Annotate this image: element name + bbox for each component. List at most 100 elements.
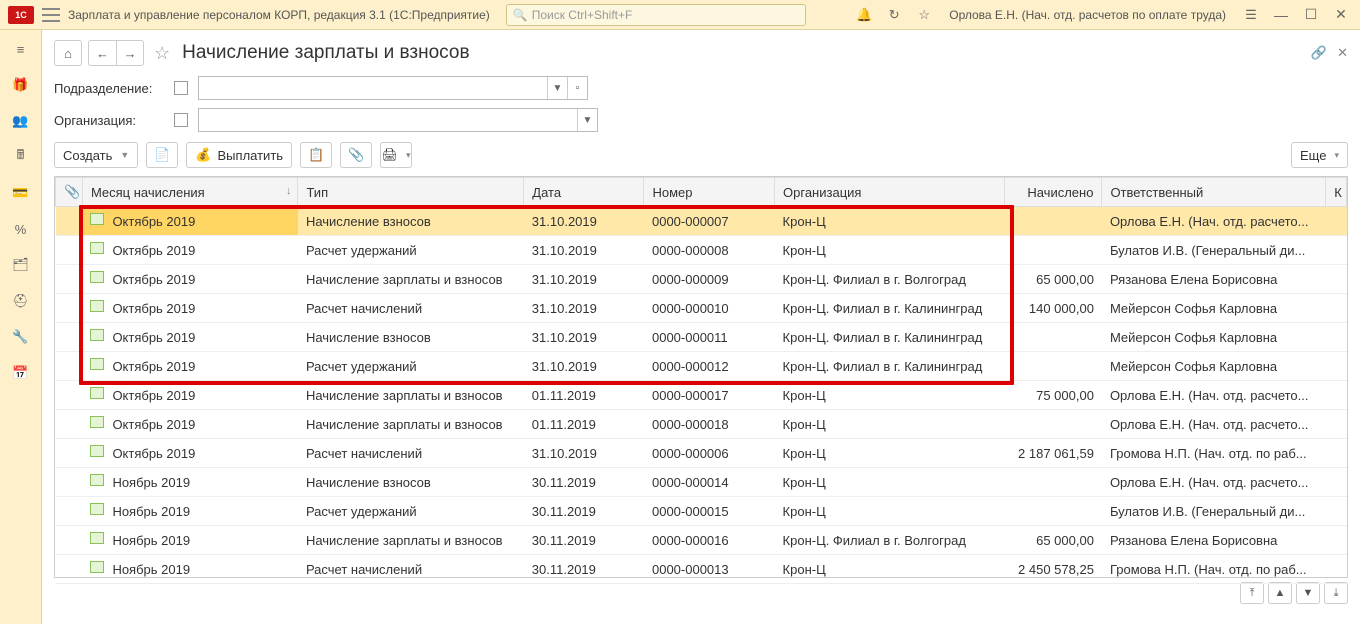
print-button[interactable]: 🖨▾ bbox=[380, 142, 412, 168]
cell-last bbox=[1326, 265, 1347, 294]
user-name[interactable]: Орлова Е.Н. (Нач. отд. расчетов по оплат… bbox=[949, 8, 1226, 22]
cell-date: 31.10.2019 bbox=[524, 294, 644, 323]
maximize-button[interactable]: ☐ bbox=[1300, 4, 1322, 26]
cell-month: Ноябрь 2019 bbox=[82, 497, 298, 526]
sidebar-calc-icon[interactable]: 🖩 bbox=[11, 148, 31, 166]
nav-down-button[interactable]: ▼ bbox=[1296, 582, 1320, 604]
cell-date: 31.10.2019 bbox=[524, 323, 644, 352]
nav-home-button[interactable]: ⌂ bbox=[54, 40, 82, 66]
table-row[interactable]: Октябрь 2019Расчет удержаний31.10.201900… bbox=[56, 236, 1347, 265]
org-combo[interactable]: ▼ bbox=[198, 108, 598, 132]
create-button[interactable]: Создать▼ bbox=[54, 142, 138, 168]
cell-org: Крон-Ц bbox=[775, 555, 1005, 584]
cell-attach bbox=[56, 323, 83, 352]
table-row[interactable]: Октябрь 2019Расчет начислений31.10.20190… bbox=[56, 439, 1347, 468]
org-checkbox[interactable] bbox=[174, 113, 188, 127]
table-row[interactable]: Октябрь 2019Начисление зарплаты и взносо… bbox=[56, 410, 1347, 439]
cell-month: Октябрь 2019 bbox=[82, 236, 298, 265]
bell-icon[interactable]: 🔔 bbox=[853, 4, 875, 26]
sidebar-docs-icon[interactable]: 🗂 bbox=[11, 256, 31, 274]
favorite-star-icon[interactable]: ☆ bbox=[154, 43, 170, 64]
table-row[interactable]: Ноябрь 2019Начисление взносов30.11.20190… bbox=[56, 468, 1347, 497]
pay-button[interactable]: 💰Выплатить bbox=[186, 142, 292, 168]
sidebar-helmet-icon[interactable]: ⛑ bbox=[11, 292, 31, 310]
table-row[interactable]: Ноябрь 2019Расчет начислений30.11.201900… bbox=[56, 555, 1347, 584]
cell-date: 31.10.2019 bbox=[524, 439, 644, 468]
cell-org: Крон-Ц bbox=[775, 236, 1005, 265]
sidebar-card-icon[interactable]: 💳 bbox=[11, 184, 31, 202]
attach-button[interactable]: 📎 bbox=[340, 142, 372, 168]
nav-up-button[interactable]: ▲ bbox=[1268, 582, 1292, 604]
cell-attach bbox=[56, 381, 83, 410]
table-row[interactable]: Ноябрь 2019Расчет удержаний30.11.2019000… bbox=[56, 497, 1347, 526]
col-number[interactable]: Номер bbox=[644, 178, 775, 207]
col-org[interactable]: Организация bbox=[775, 178, 1005, 207]
nav-last-button[interactable]: ⤓ bbox=[1324, 582, 1348, 604]
cell-date: 30.11.2019 bbox=[524, 526, 644, 555]
history-icon[interactable]: ↻ bbox=[883, 4, 905, 26]
document-icon bbox=[90, 358, 104, 370]
table-header: 📎 Месяц начисления↓ Тип Дата Номер Орган… bbox=[56, 178, 1347, 207]
col-amount[interactable]: Начислено bbox=[1005, 178, 1102, 207]
cell-last bbox=[1326, 381, 1347, 410]
cell-attach bbox=[56, 207, 83, 236]
col-resp[interactable]: Ответственный bbox=[1102, 178, 1326, 207]
list-button[interactable]: 📋 bbox=[300, 142, 332, 168]
nav-first-button[interactable]: ⤒ bbox=[1240, 582, 1264, 604]
table-row[interactable]: Ноябрь 2019Начисление зарплаты и взносов… bbox=[56, 526, 1347, 555]
search-input[interactable]: 🔍 Поиск Ctrl+Shift+F bbox=[506, 4, 806, 26]
minimize-button[interactable]: — bbox=[1270, 4, 1292, 26]
settings-icon[interactable]: ☰ bbox=[1240, 4, 1262, 26]
nav-forward-button[interactable]: → bbox=[116, 40, 144, 66]
sidebar-gift-icon[interactable]: 🎁 bbox=[11, 76, 31, 94]
sidebar-wrench-icon[interactable]: 🔧 bbox=[11, 328, 31, 346]
table-row[interactable]: Октябрь 2019Расчет начислений31.10.20190… bbox=[56, 294, 1347, 323]
col-type[interactable]: Тип bbox=[298, 178, 524, 207]
sidebar-menu-icon[interactable]: ≡ bbox=[11, 40, 31, 58]
cell-date: 31.10.2019 bbox=[524, 236, 644, 265]
table-row[interactable]: Октябрь 2019Начисление взносов31.10.2019… bbox=[56, 323, 1347, 352]
cell-date: 30.11.2019 bbox=[524, 468, 644, 497]
col-attach[interactable]: 📎 bbox=[56, 178, 83, 207]
table-row[interactable]: Октябрь 2019Начисление зарплаты и взносо… bbox=[56, 381, 1347, 410]
col-date[interactable]: Дата bbox=[524, 178, 644, 207]
sidebar-percent-icon[interactable]: % bbox=[11, 220, 31, 238]
chevron-down-icon[interactable]: ▼ bbox=[577, 109, 597, 131]
cell-last bbox=[1326, 497, 1347, 526]
link-icon[interactable]: 🔗 bbox=[1311, 45, 1327, 61]
cell-last bbox=[1326, 410, 1347, 439]
col-month[interactable]: Месяц начисления↓ bbox=[82, 178, 298, 207]
open-list-icon[interactable]: ▫ bbox=[567, 77, 587, 99]
cell-amount: 65 000,00 bbox=[1005, 265, 1102, 294]
cell-org: Крон-Ц. Филиал в г. Калининград bbox=[775, 294, 1005, 323]
division-combo[interactable]: ▼ ▫ bbox=[198, 76, 588, 100]
cell-type: Начисление зарплаты и взносов bbox=[298, 410, 524, 439]
document-icon bbox=[90, 387, 104, 399]
cell-org: Крон-Ц bbox=[775, 468, 1005, 497]
col-last[interactable]: К bbox=[1326, 178, 1347, 207]
cell-number: 0000-000012 bbox=[644, 352, 775, 381]
document-icon bbox=[90, 416, 104, 428]
more-button[interactable]: Еще▾ bbox=[1291, 142, 1348, 168]
division-checkbox[interactable] bbox=[174, 81, 188, 95]
hamburger-icon[interactable] bbox=[42, 8, 60, 22]
close-button[interactable]: ✕ bbox=[1330, 4, 1352, 26]
chevron-down-icon[interactable]: ▼ bbox=[547, 77, 567, 99]
cell-number: 0000-000007 bbox=[644, 207, 775, 236]
cell-number: 0000-000016 bbox=[644, 526, 775, 555]
star-icon[interactable]: ☆ bbox=[913, 4, 935, 26]
sidebar-people-icon[interactable]: 👥 bbox=[11, 112, 31, 130]
table-row[interactable]: Октябрь 2019Начисление взносов31.10.2019… bbox=[56, 207, 1347, 236]
cell-number: 0000-000014 bbox=[644, 468, 775, 497]
cell-amount bbox=[1005, 323, 1102, 352]
sidebar-calendar-icon[interactable]: 📅 bbox=[11, 364, 31, 382]
nav-back-button[interactable]: ← bbox=[88, 40, 116, 66]
table-row[interactable]: Октябрь 2019Расчет удержаний31.10.201900… bbox=[56, 352, 1347, 381]
page-close-icon[interactable]: ✕ bbox=[1337, 45, 1348, 61]
cell-resp: Рязанова Елена Борисовна bbox=[1102, 526, 1326, 555]
cell-month: Ноябрь 2019 bbox=[82, 555, 298, 584]
cell-type: Начисление зарплаты и взносов bbox=[298, 381, 524, 410]
cell-attach bbox=[56, 294, 83, 323]
table-row[interactable]: Октябрь 2019Начисление зарплаты и взносо… bbox=[56, 265, 1347, 294]
copy-button[interactable]: 📄 bbox=[146, 142, 178, 168]
